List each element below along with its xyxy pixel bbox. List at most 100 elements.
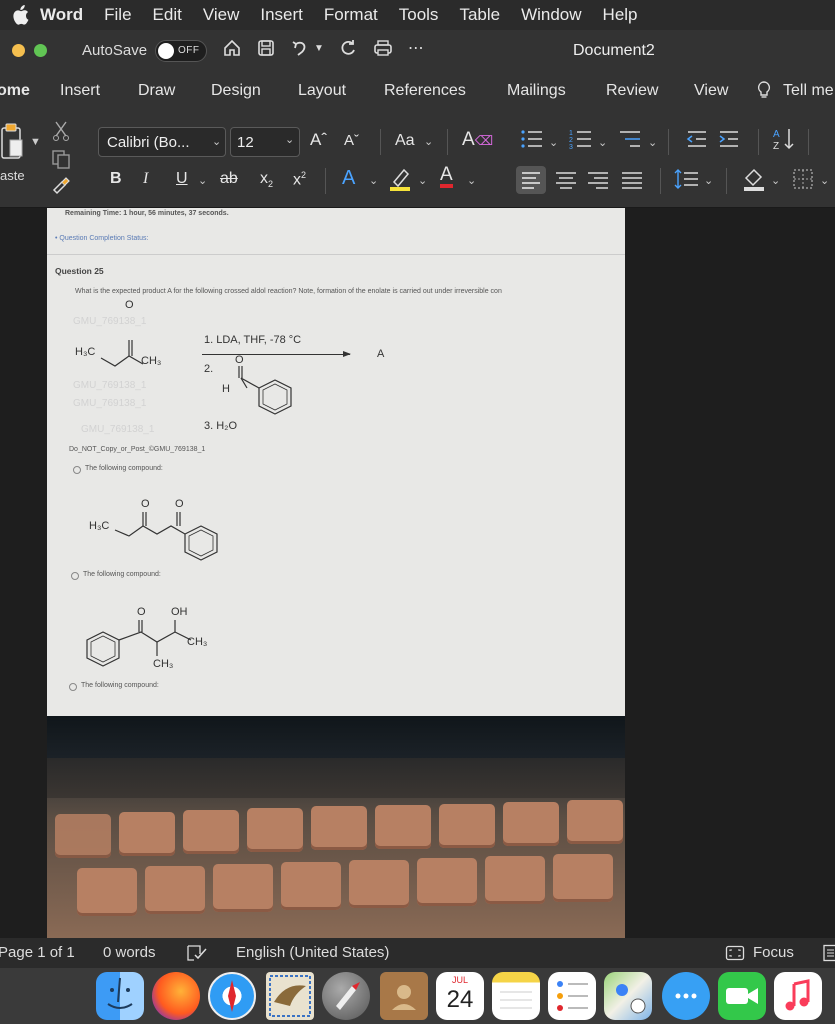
bullets-chevron-icon[interactable]: ⌄ — [549, 136, 558, 149]
option-3-radio[interactable] — [69, 683, 77, 691]
font-color-button[interactable]: A — [440, 165, 453, 188]
menu-edit[interactable]: Edit — [153, 5, 182, 25]
paste-dropdown-icon[interactable]: ▼ — [30, 136, 41, 148]
cut-icon[interactable] — [52, 120, 70, 142]
pasted-photo[interactable]: Remaining Time: 1 hour, 56 minutes, 37 s… — [47, 208, 625, 938]
tab-review[interactable]: Review — [606, 82, 658, 100]
underline-chevron-icon[interactable]: ⌄ — [198, 174, 207, 187]
grow-font-button[interactable]: Aˆ — [310, 130, 327, 150]
tab-layout[interactable]: Layout — [298, 82, 346, 100]
menu-insert[interactable]: Insert — [260, 5, 303, 25]
change-case-button[interactable]: Aa — [395, 132, 415, 150]
paste-icon[interactable] — [0, 122, 28, 162]
font-size-chevron-icon[interactable]: ⌄ — [285, 133, 294, 146]
undo-icon[interactable] — [290, 38, 310, 58]
menu-app-name[interactable]: Word — [40, 5, 83, 25]
strikethrough-button[interactable]: ab — [220, 170, 238, 188]
format-painter-icon[interactable] — [50, 174, 72, 196]
highlight-chevron-icon[interactable]: ⌄ — [418, 174, 427, 187]
numbering-chevron-icon[interactable]: ⌄ — [598, 136, 607, 149]
tab-draw[interactable]: Draw — [138, 82, 175, 100]
calendar-icon[interactable]: JUL 24 — [436, 972, 484, 1020]
change-case-chevron-icon[interactable]: ⌄ — [424, 135, 433, 148]
menu-window[interactable]: Window — [521, 5, 581, 25]
superscript-button[interactable]: x2 — [293, 170, 306, 189]
decrease-indent-icon[interactable] — [686, 128, 708, 150]
subscript-button[interactable]: x2 — [260, 170, 273, 189]
sort-icon[interactable]: AZ — [772, 126, 796, 152]
tab-design[interactable]: Design — [211, 82, 261, 100]
facetime-icon[interactable] — [718, 972, 766, 1020]
safari-icon[interactable] — [208, 972, 256, 1020]
highlight-icon[interactable] — [388, 166, 412, 192]
increase-indent-icon[interactable] — [718, 128, 740, 150]
print-icon[interactable] — [372, 38, 394, 58]
menu-tools[interactable]: Tools — [399, 5, 439, 25]
shading-chevron-icon[interactable]: ⌄ — [771, 174, 780, 187]
notes-icon[interactable] — [492, 972, 540, 1020]
mail-icon[interactable] — [266, 972, 314, 1020]
tab-home[interactable]: ome — [0, 82, 30, 100]
focus-icon[interactable] — [725, 945, 745, 961]
multilevel-chevron-icon[interactable]: ⌄ — [648, 136, 657, 149]
copy-icon[interactable] — [50, 148, 72, 170]
launchpad-icon[interactable] — [322, 972, 370, 1020]
italic-button[interactable]: I — [143, 170, 148, 188]
option-2-radio[interactable] — [71, 572, 79, 580]
line-spacing-chevron-icon[interactable]: ⌄ — [704, 174, 713, 187]
tab-references[interactable]: References — [384, 82, 466, 100]
clear-formatting-icon[interactable]: A⌫ — [462, 129, 493, 151]
home-icon[interactable] — [222, 38, 242, 58]
borders-icon[interactable] — [792, 168, 814, 190]
borders-chevron-icon[interactable]: ⌄ — [820, 174, 829, 187]
apple-icon[interactable] — [0, 5, 40, 25]
contacts-icon[interactable] — [380, 972, 428, 1020]
line-spacing-icon[interactable] — [674, 166, 700, 194]
numbering-icon[interactable]: 123 — [569, 128, 593, 150]
zoom-button[interactable] — [34, 44, 47, 57]
document-canvas[interactable]: Remaining Time: 1 hour, 56 minutes, 37 s… — [0, 208, 835, 938]
font-name-chevron-icon[interactable]: ⌄ — [212, 135, 221, 148]
reminders-icon[interactable] — [548, 972, 596, 1020]
autosave-toggle[interactable]: OFF — [155, 40, 207, 62]
menu-format[interactable]: Format — [324, 5, 378, 25]
shading-icon[interactable] — [742, 166, 766, 192]
language-status[interactable]: English (United States) — [236, 944, 389, 961]
tab-insert[interactable]: Insert — [60, 82, 100, 100]
music-icon[interactable] — [774, 972, 822, 1020]
align-right-icon[interactable] — [586, 166, 610, 194]
undo-dropdown-icon[interactable]: ▼ — [314, 43, 324, 54]
menu-help[interactable]: Help — [603, 5, 638, 25]
firefox-icon[interactable] — [152, 972, 200, 1020]
tab-view[interactable]: View — [694, 82, 728, 100]
bold-button[interactable]: B — [110, 170, 122, 188]
justify-icon[interactable] — [620, 166, 644, 194]
messages-icon[interactable] — [662, 972, 710, 1020]
multilevel-list-icon[interactable] — [618, 128, 642, 150]
redo-icon[interactable] — [338, 38, 358, 58]
save-icon[interactable] — [256, 38, 276, 58]
text-effects-button[interactable]: A — [342, 167, 355, 190]
font-color-chevron-icon[interactable]: ⌄ — [467, 174, 476, 187]
maps-icon[interactable] — [604, 972, 652, 1020]
align-left-button[interactable] — [516, 166, 546, 194]
bullets-icon[interactable] — [520, 128, 544, 150]
proofing-icon[interactable] — [186, 944, 208, 962]
text-effects-chevron-icon[interactable]: ⌄ — [369, 174, 378, 187]
underline-button[interactable]: U — [176, 170, 188, 188]
menu-view[interactable]: View — [203, 5, 240, 25]
print-layout-icon[interactable] — [822, 944, 835, 962]
tab-mailings[interactable]: Mailings — [507, 82, 566, 100]
shrink-font-button[interactable]: Aˇ — [344, 132, 359, 149]
page-count[interactable]: Page 1 of 1 — [0, 944, 75, 961]
focus-button[interactable]: Focus — [753, 944, 794, 961]
menu-file[interactable]: File — [104, 5, 131, 25]
option-1-radio[interactable] — [73, 466, 81, 474]
minimize-button[interactable] — [12, 44, 25, 57]
word-count[interactable]: 0 words — [103, 944, 156, 961]
finder-icon[interactable] — [96, 972, 144, 1020]
align-center-icon[interactable] — [554, 166, 578, 194]
font-name-dropdown[interactable]: Calibri (Bo... — [98, 127, 226, 157]
more-icon[interactable]: ⋯ — [408, 38, 425, 58]
menu-table[interactable]: Table — [459, 5, 500, 25]
